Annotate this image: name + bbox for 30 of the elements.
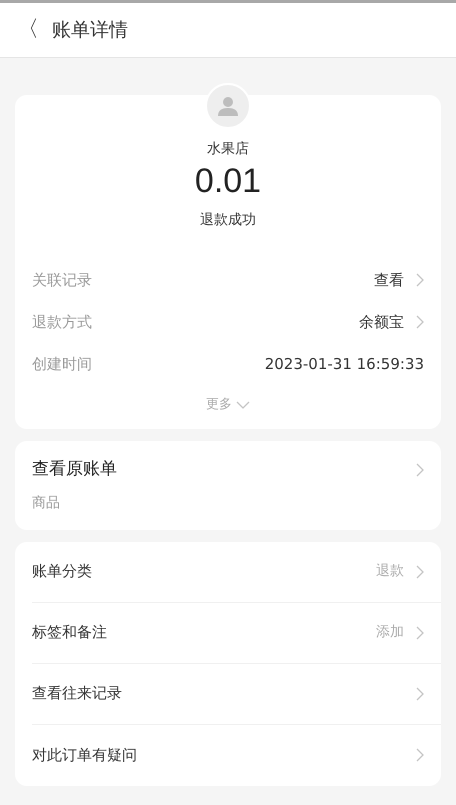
chevron-down-icon	[236, 401, 250, 409]
original-bill-subtitle: 商品	[32, 494, 61, 512]
action-value: 添加	[376, 623, 404, 642]
action-label: 查看往来记录	[32, 683, 122, 704]
chevron-right-icon	[416, 626, 424, 640]
action-label: 账单分类	[32, 561, 92, 582]
status-text: 退款成功	[200, 211, 256, 230]
detail-label: 创建时间	[32, 354, 92, 375]
action-row[interactable]: 标签和备注 添加	[32, 602, 441, 664]
action-row[interactable]: 查看往来记录	[32, 664, 441, 724]
original-bill-title: 查看原账单	[32, 458, 117, 481]
detail-value[interactable]: 查看	[374, 268, 404, 292]
detail-value[interactable]: 余额宝	[359, 310, 404, 334]
amount: 0.01	[194, 161, 262, 202]
page-title: 账单详情	[52, 18, 128, 43]
detail-value: 2023-01-31 16:59:33	[264, 354, 424, 375]
action-row[interactable]: 对此订单有疑问	[32, 724, 441, 786]
merchant-name: 水果店	[207, 140, 249, 159]
action-label: 标签和备注	[32, 622, 107, 644]
chevron-right-icon	[416, 748, 424, 762]
action-label: 对此订单有疑问	[32, 744, 137, 766]
original-bill-card[interactable]: 查看原账单 商品	[15, 441, 441, 530]
chevron-right-icon	[416, 564, 424, 578]
back-button[interactable]: 〈	[16, 19, 40, 41]
chevron-right-icon	[416, 686, 424, 700]
chevron-right-icon	[416, 463, 424, 477]
action-value: 退款	[376, 562, 404, 581]
detail-label: 退款方式	[32, 312, 92, 333]
detail-label: 关联记录	[32, 270, 92, 291]
action-row[interactable]: 账单分类 退款	[32, 542, 441, 602]
